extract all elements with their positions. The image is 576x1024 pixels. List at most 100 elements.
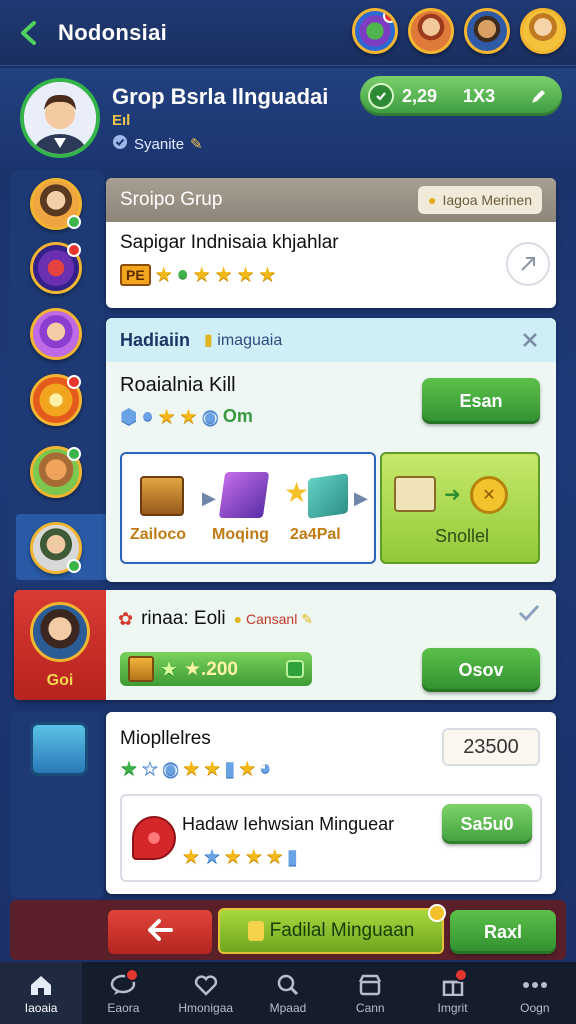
gem-small-icon — [286, 660, 304, 678]
badge-icon: ▮ — [286, 846, 298, 868]
flower-icon: ✿ — [118, 608, 134, 629]
back-action-button[interactable] — [108, 910, 212, 954]
globe-icon: ◕ — [259, 757, 272, 779]
star-icon: ★ — [179, 406, 198, 428]
step-crystal-icon — [218, 472, 270, 518]
star-icon: ★ — [258, 264, 277, 286]
nav-item-home[interactable]: Iaoaia — [0, 962, 83, 1024]
check-icon[interactable] — [518, 604, 540, 627]
market-rating: ★ ☆ ◉ ★ ★ ▮ ★ ◕ — [120, 756, 271, 781]
nav-item-search[interactable]: Mpaad — [247, 962, 329, 1024]
event-progress-value: ★.200 — [183, 658, 238, 680]
profile-name: Grop Bsrla Ilnguadai — [112, 84, 329, 109]
event-sub: ● Cansanl ✎ — [233, 610, 313, 627]
market-offer-rating: ★ ★ ★ ★ ★ ▮ — [182, 844, 298, 869]
market-title: Miopllelres — [120, 728, 211, 749]
step-label-2: Moqing — [212, 526, 269, 543]
step-label-1: Zailoco — [130, 526, 187, 543]
star-icon: ★ — [160, 658, 178, 681]
group-header-button[interactable]: ● Iagoa Merinen — [418, 186, 542, 214]
star-green-icon: ★ — [120, 758, 138, 780]
right-action-button[interactable]: Raxl — [450, 910, 556, 954]
badge-icon: ⬢ — [120, 406, 138, 428]
close-icon[interactable] — [518, 328, 542, 352]
rail-badge-green — [67, 215, 81, 229]
group-item-title: Sapigar Indnisaia khjahlar — [120, 232, 339, 253]
quest-meta-text: Om — [222, 406, 253, 426]
hero-avatar[interactable] — [464, 8, 510, 54]
event-action-button[interactable]: Osov — [422, 648, 540, 692]
heart-icon — [192, 972, 220, 998]
quest-meta: ⬢ ● ★ ★ ◉ Om — [120, 404, 253, 429]
market-machine-icon[interactable] — [30, 722, 88, 776]
step-arrow-icon: ▶ — [354, 488, 368, 508]
left-rail — [10, 170, 110, 582]
market-offer-button[interactable]: Sa5u0 — [442, 804, 532, 844]
group-panel: Sroipo Grup ● Iagoa Merinen Sapigar Indn… — [106, 178, 556, 308]
action-bar: Fadilal Minguaan Raxl — [10, 900, 566, 960]
nav-item-chat[interactable]: Eaora — [82, 962, 164, 1024]
step-arrow-icon: ▶ — [202, 488, 216, 508]
star-blue-icon: ★ — [202, 846, 221, 868]
quest-panel: Hadiaiin ▮ imaguaia Roaialnia Kill ⬢ ● ★… — [106, 318, 556, 582]
top-avatar-list — [352, 8, 566, 54]
status-text: Syanite — [134, 135, 185, 153]
event-progress: ★ ★.200 — [120, 652, 312, 686]
character-avatar[interactable] — [408, 8, 454, 54]
profile-status: Syanite ✎ — [112, 134, 203, 154]
star-icon: ★ — [182, 758, 201, 780]
star-icon: ★ — [154, 264, 173, 286]
stat-ratio: 1X3 — [463, 85, 496, 106]
quest-steps-box: ▶ ★ ▶ Zailoco Moqing 2a4Pal — [120, 452, 376, 564]
gem-avatar[interactable] — [352, 8, 398, 54]
rail-item-pet-avatar[interactable] — [30, 446, 82, 498]
star-blue-icon: ☆ — [140, 758, 159, 780]
verified-icon — [112, 134, 128, 154]
market-rail — [10, 712, 104, 898]
event-badge-label: Goi — [46, 672, 74, 689]
stat-pill[interactable]: 2,29 1X3 — [360, 76, 562, 116]
rail-item-monster-avatar[interactable] — [30, 242, 82, 294]
rose-icon — [132, 816, 176, 860]
edit-icon[interactable] — [524, 81, 554, 111]
shield-icon: ● — [141, 405, 154, 427]
ticket-icon — [247, 921, 264, 941]
top-bar: Nodonsiai — [0, 0, 576, 66]
group-item-rating: PE ★ ● ★ ★ ★ ★ — [120, 262, 542, 287]
rail-item-selected-avatar[interactable] — [30, 522, 82, 574]
reward-arrow-icon: ➜ — [444, 484, 461, 506]
star-icon: ★ — [236, 264, 255, 286]
shield-icon: ◉ — [161, 758, 180, 780]
main-action-button[interactable]: Fadilal Minguaan — [218, 904, 446, 954]
event-title-row: ✿ rinaa: Eoli ● Cansanl ✎ — [118, 608, 313, 630]
nav-item-gifts[interactable]: Imgrit — [411, 962, 493, 1024]
rail-item-girl-avatar[interactable] — [30, 178, 82, 230]
step-gem-icon — [308, 473, 348, 519]
quest-action-button[interactable]: Esan — [422, 378, 540, 424]
star-icon: ★ — [223, 846, 242, 868]
rail-item-lightning-avatar[interactable] — [30, 374, 82, 426]
nav-item-store[interactable]: Cann — [329, 962, 411, 1024]
badge-dot-yellow — [428, 904, 446, 922]
nav-item-favorites[interactable]: Hmonigaa — [165, 962, 247, 1024]
market-offer[interactable]: Hadaw Iehwsian Minguear ★ ★ ★ ★ ★ ▮ Sa5u… — [120, 794, 542, 882]
event-badge[interactable]: Goi — [14, 590, 106, 700]
player-avatar[interactable] — [520, 8, 566, 54]
quest-header-title: Hadiaiin — [120, 329, 191, 350]
star-icon: ★ — [192, 264, 211, 286]
rail-item-purple-avatar[interactable] — [30, 308, 82, 360]
quest-reward-box[interactable]: ➜ ✕ Snollel — [380, 452, 540, 564]
stat-value: 2,29 — [402, 85, 438, 106]
profile-header: Grop Bsrla Ilnguadai Eıl Syanite ✎ 2,29 … — [0, 68, 576, 168]
group-item[interactable]: Sapigar Indnisaia khjahlar PE ★ ● ★ ★ ★ … — [106, 222, 556, 308]
quest-panel-header: Hadiaiin ▮ imaguaia — [106, 318, 556, 362]
profile-avatar[interactable] — [20, 78, 100, 158]
market-panel: Miopllelres ★ ☆ ◉ ★ ★ ▮ ★ ◕ 23500 Hadaw … — [106, 712, 556, 894]
group-item-tag: PE — [120, 263, 151, 286]
back-arrow-icon[interactable] — [14, 18, 44, 48]
group-item-arrow-button[interactable] — [506, 242, 550, 286]
market-price-tag[interactable]: 23500 — [442, 728, 540, 766]
nav-item-more[interactable]: Oogn — [494, 962, 576, 1024]
event-panel: Goi ✿ rinaa: Eoli ● Cansanl ✎ ★ ★.200 Os… — [14, 590, 556, 700]
star-green-icon: ● — [176, 263, 189, 285]
